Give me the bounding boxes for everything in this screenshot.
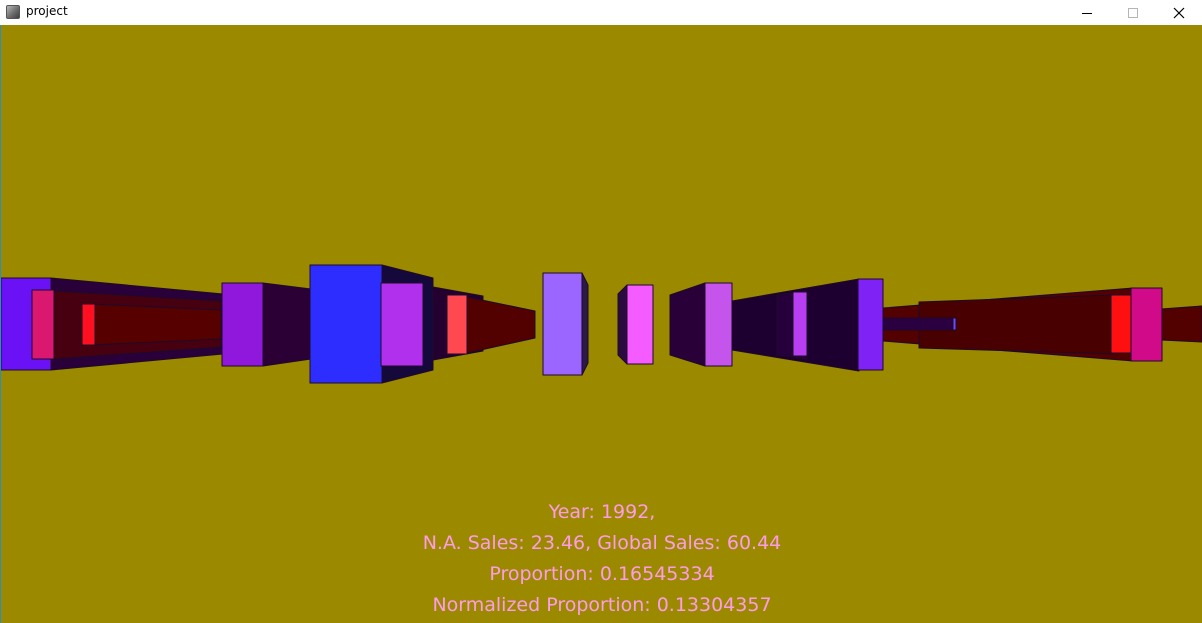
- tunnel-block: [952, 317, 957, 331]
- tunnel-block: [542, 272, 583, 376]
- tunnel-segment: [1160, 305, 1202, 343]
- minimize-button[interactable]: [1064, 0, 1110, 25]
- tunnel-block: [31, 289, 55, 360]
- maximize-button[interactable]: [1110, 0, 1156, 25]
- sales-label: N.A. Sales: 23.46, Global Sales: 60.44: [422, 532, 782, 554]
- app-window-icon: [6, 5, 20, 19]
- tunnel-block: [792, 291, 808, 357]
- tunnel-segment: [669, 282, 706, 367]
- tunnel-block: [81, 303, 96, 346]
- year-label: Year: 1992,: [548, 501, 656, 523]
- tunnel-block: [857, 278, 884, 371]
- close-icon: [1173, 7, 1185, 18]
- tunnel-block: [221, 282, 264, 367]
- tunnel-block: [446, 294, 468, 355]
- tunnel-block: [626, 284, 654, 365]
- proportion-label: Proportion: 0.16545334: [489, 563, 715, 585]
- render-canvas[interactable]: Year: 1992, N.A. Sales: 23.46, Global Sa…: [0, 25, 1202, 623]
- tunnel-segment: [882, 317, 956, 331]
- minimize-icon: [1082, 12, 1092, 14]
- normalized-proportion-label: Normalized Proportion: 0.13304357: [432, 594, 772, 616]
- tunnel-segment: [262, 282, 312, 367]
- tunnel-segment: [466, 296, 536, 354]
- maximize-icon: [1128, 7, 1138, 18]
- window-title: project: [26, 4, 68, 18]
- tunnel-segment: [617, 284, 628, 365]
- tunnel-block: [1130, 287, 1163, 362]
- tunnel-segment: [581, 272, 589, 376]
- close-button[interactable]: [1156, 0, 1202, 25]
- tunnel-block: [380, 282, 424, 367]
- tunnel-segment: [90, 303, 222, 346]
- info-panel: Year: 1992, N.A. Sales: 23.46, Global Sa…: [1, 497, 1202, 621]
- tunnel-block: [309, 264, 383, 384]
- tunnel-block: [1110, 294, 1132, 354]
- window-titlebar[interactable]: project: [0, 0, 1202, 25]
- tunnel-block: [704, 282, 733, 367]
